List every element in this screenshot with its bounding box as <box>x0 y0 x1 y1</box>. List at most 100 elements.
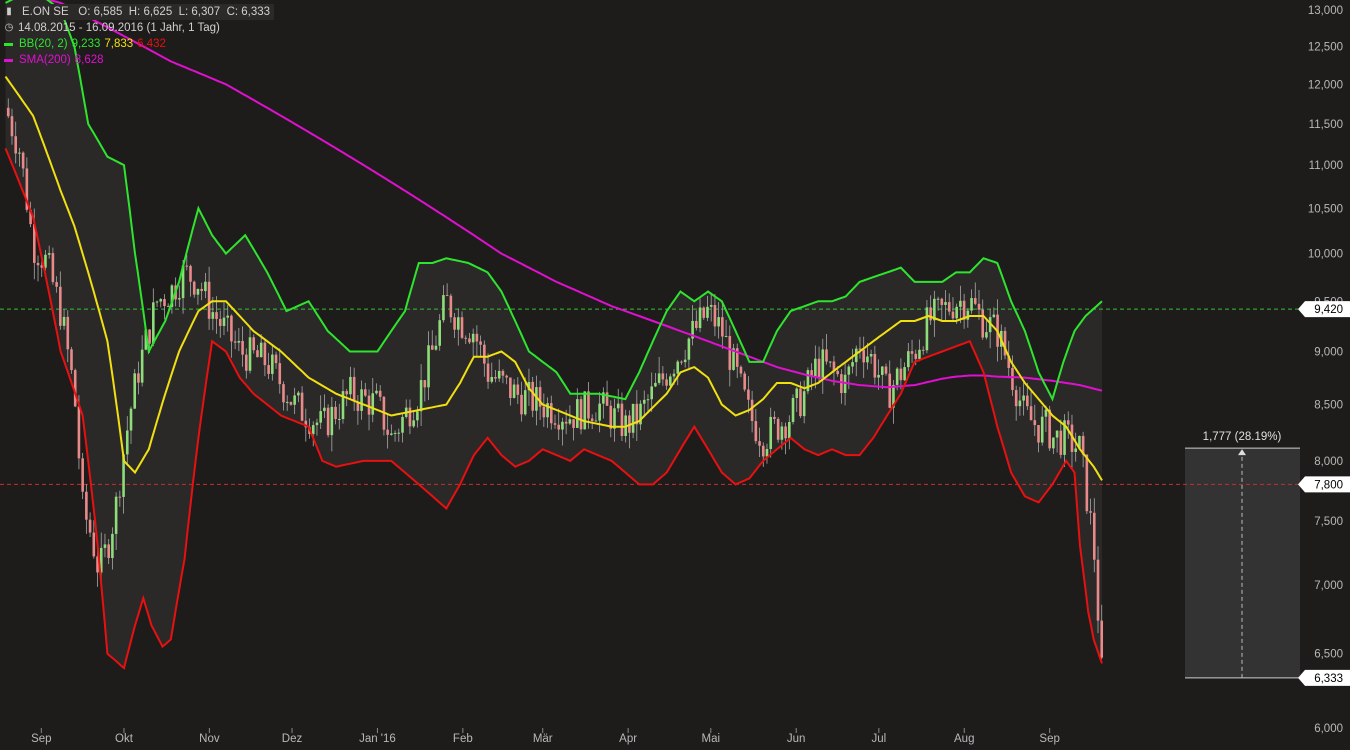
candle-body <box>523 390 527 415</box>
candle-body <box>784 426 787 439</box>
candle-body <box>884 366 888 374</box>
candle-body <box>836 370 839 375</box>
x-tick-label: Mai <box>702 733 721 745</box>
price-tag-last: 6,333 <box>1314 673 1343 685</box>
candle-body <box>81 458 84 492</box>
candle-body <box>233 341 237 343</box>
candle-body <box>1040 416 1044 443</box>
candle-body <box>1059 430 1063 455</box>
candle-body <box>449 295 453 318</box>
candle-body <box>204 281 207 292</box>
candle-body <box>445 295 449 297</box>
candle-body <box>152 302 155 344</box>
x-tick-label: Mär <box>533 733 553 745</box>
y-tick-label: 6,500 <box>1314 649 1343 661</box>
candle-body <box>241 340 244 355</box>
candle-body <box>226 315 230 318</box>
candle-body <box>531 381 534 411</box>
legend-bb-row[interactable]: BB(20, 2) 9,233 7,833 6,432 <box>4 36 274 52</box>
candle-body <box>542 406 546 418</box>
candle-body <box>609 405 613 429</box>
candle-body <box>66 316 70 350</box>
candle-body <box>248 337 252 371</box>
candle-body <box>799 388 802 417</box>
candle-body <box>222 317 226 326</box>
candle-body <box>330 406 334 436</box>
candle-body <box>140 349 144 383</box>
candle-body <box>14 136 18 154</box>
candle-body <box>895 368 899 385</box>
candle-body <box>973 298 977 304</box>
candle-body <box>516 384 520 395</box>
candle-body <box>761 445 765 457</box>
candle-body <box>1085 454 1089 512</box>
candle-body <box>825 349 828 362</box>
y-tick-label: 10,500 <box>1308 203 1343 215</box>
chart-type-icon[interactable]: ▮ <box>4 4 14 20</box>
y-tick-label: 8,500 <box>1314 400 1343 412</box>
candle-body <box>821 349 825 378</box>
candle-body <box>1029 406 1033 421</box>
chart-legend: ▮ E.ON SE O: 6,585 H: 6,625 L: 6,307 C: … <box>4 4 275 68</box>
candle-body <box>479 341 482 345</box>
candle-body <box>259 342 263 358</box>
candle-body <box>442 295 445 321</box>
candle-body <box>490 376 494 382</box>
candle-body <box>657 373 661 383</box>
candle-body <box>1048 409 1051 449</box>
candle-body <box>129 408 133 431</box>
y-tick-label: 12,500 <box>1308 41 1343 53</box>
candle-body <box>1014 390 1018 407</box>
x-tick-label: Apr <box>619 733 637 745</box>
legend-sma-row[interactable]: SMA(200) 8,628 <box>4 52 274 68</box>
candle-body <box>70 349 73 371</box>
candle-body <box>706 306 709 318</box>
candle-body <box>378 390 382 397</box>
candle-body <box>163 299 166 307</box>
candle-body <box>564 421 568 424</box>
candle-body <box>739 366 743 374</box>
bb-mid-value: 7,833 <box>104 38 134 50</box>
candle-body <box>319 411 322 423</box>
x-tick-label: Jun <box>787 733 806 745</box>
y-tick-label: 11,500 <box>1309 119 1343 131</box>
candle-body <box>18 152 21 154</box>
x-tick-label: Sep <box>1039 733 1059 745</box>
candle-body <box>616 403 620 409</box>
candle-body <box>568 419 572 424</box>
y-tick-label: 10,000 <box>1308 249 1343 261</box>
candle-body <box>44 254 47 268</box>
candle-body <box>285 401 289 403</box>
candle-body <box>364 389 367 396</box>
candle-body <box>189 265 192 282</box>
candle-body <box>788 421 791 439</box>
period-text: 14.08.2015 - 16.09.2016 (1 Jahr, 1 Tag) <box>18 22 220 34</box>
candle-body <box>505 375 508 378</box>
candle-body <box>899 368 903 381</box>
candle-body <box>430 345 434 350</box>
candle-body <box>416 411 419 421</box>
candle-body <box>642 399 646 404</box>
candle-body <box>155 301 159 303</box>
candle-body <box>375 390 378 394</box>
candle-body <box>133 373 137 409</box>
candle-body <box>936 298 940 300</box>
candle-body <box>646 399 650 401</box>
candle-body <box>85 491 88 520</box>
candle-body <box>386 429 389 435</box>
y-tick-label: 7,000 <box>1314 580 1343 592</box>
candle-body <box>352 376 356 402</box>
candle-body <box>940 298 944 305</box>
candle-body <box>475 333 479 342</box>
candle-body <box>631 403 635 433</box>
candle-body <box>951 311 955 319</box>
clock-icon[interactable]: ◷ <box>4 20 14 36</box>
candle-body <box>594 420 598 422</box>
candle-body <box>947 302 951 312</box>
candle-body <box>393 432 397 434</box>
candle-body <box>401 416 404 433</box>
candle-body <box>107 544 110 559</box>
candle-body <box>1011 367 1014 391</box>
sma-swatch-icon <box>4 58 13 62</box>
x-tick-label: Feb <box>453 733 473 745</box>
